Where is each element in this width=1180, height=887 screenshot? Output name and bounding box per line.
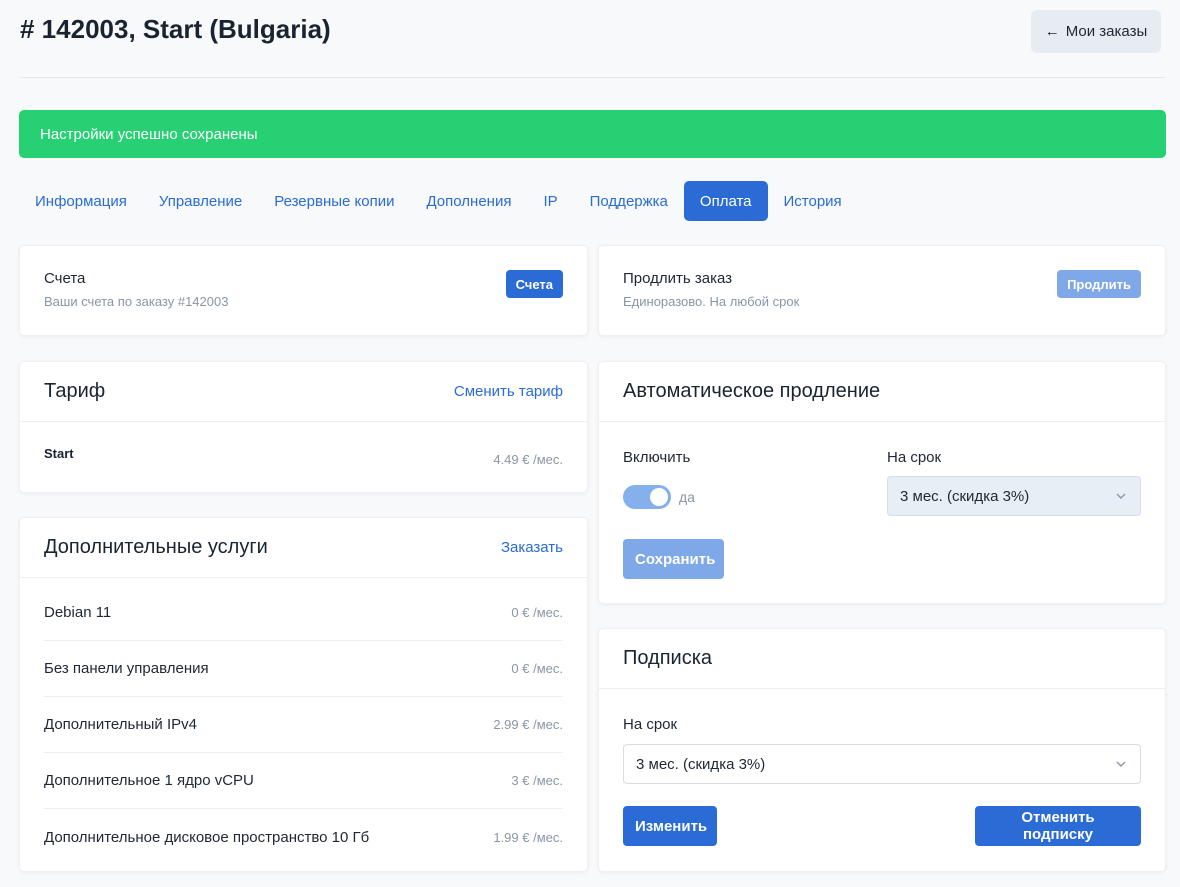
alert-text: Настройки успешно сохранены bbox=[40, 125, 258, 143]
addon-name: Дополнительный IPv4 bbox=[44, 716, 197, 733]
list-item: Дополнительное дисковое пространство 10 … bbox=[44, 809, 563, 865]
tabs-nav: Информация Управление Резервные копии До… bbox=[19, 181, 858, 221]
tab-management[interactable]: Управление bbox=[143, 181, 258, 221]
addon-name: Дополнительное 1 ядро vCPU bbox=[44, 772, 254, 789]
tariff-name: Start bbox=[44, 446, 74, 461]
order-addon-link[interactable]: Заказать bbox=[501, 539, 563, 556]
addon-name: Debian 11 bbox=[44, 604, 112, 621]
tab-addons[interactable]: Дополнения bbox=[410, 181, 527, 221]
chevron-down-icon bbox=[1116, 761, 1126, 767]
renew-title: Продлить заказ bbox=[623, 270, 733, 287]
addon-price: 2.99 € /мес. bbox=[493, 717, 563, 732]
tariff-price: 4.49 € /мес. bbox=[493, 452, 563, 467]
arrow-left-icon: ← bbox=[1044, 23, 1060, 40]
save-button[interactable]: Сохранить bbox=[623, 539, 724, 579]
renew-card: Продлить заказ Единоразово. На любой сро… bbox=[598, 245, 1166, 336]
tab-payment[interactable]: Оплата bbox=[683, 181, 768, 221]
tab-support[interactable]: Поддержка bbox=[574, 181, 684, 221]
enable-label: Включить bbox=[623, 449, 691, 466]
addon-name: Дополнительное дисковое пространство 10 … bbox=[44, 828, 370, 846]
chevron-down-icon bbox=[1116, 493, 1126, 499]
addon-price: 0 € /мес. bbox=[511, 661, 563, 676]
invoices-subtitle: Ваши счета по заказу #142003 bbox=[44, 294, 229, 309]
renew-button[interactable]: Продлить bbox=[1057, 270, 1141, 298]
invoices-title: Счета bbox=[44, 270, 86, 287]
list-item: Дополнительное 1 ядро vCPU 3 € /мес. bbox=[44, 753, 563, 809]
success-alert: Настройки успешно сохранены bbox=[19, 110, 1166, 158]
subscription-card: Подписка На срок 3 мес. (скидка 3%) Изме… bbox=[598, 628, 1166, 872]
cancel-subscription-button[interactable]: Отменить подписку bbox=[975, 806, 1141, 846]
tariff-title: Тариф bbox=[44, 380, 106, 402]
tab-backups[interactable]: Резервные копии bbox=[258, 181, 410, 221]
subscription-term-value: 3 мес. (скидка 3%) bbox=[636, 755, 766, 773]
renew-subtitle: Единоразово. На любой срок bbox=[623, 294, 800, 309]
my-orders-button[interactable]: ← Мои заказы bbox=[1031, 10, 1161, 53]
autorenew-term-value: 3 мес. (скидка 3%) bbox=[900, 487, 1030, 505]
autorenew-card: Автоматическое продление Включить да На … bbox=[598, 361, 1166, 604]
addons-title: Дополнительные услуги bbox=[44, 536, 268, 558]
toggle-knob bbox=[650, 488, 668, 506]
invoices-button[interactable]: Счета bbox=[505, 270, 563, 298]
addon-name: Без панели управления bbox=[44, 660, 209, 677]
addon-price: 3 € /мес. bbox=[511, 773, 563, 788]
tab-info[interactable]: Информация bbox=[19, 181, 143, 221]
term-label: На срок bbox=[887, 449, 942, 466]
toggle-state-label: да bbox=[679, 489, 695, 505]
my-orders-label: Мои заказы bbox=[1065, 23, 1148, 40]
addon-price: 1.99 € /мес. bbox=[493, 829, 563, 845]
tab-ip[interactable]: IP bbox=[527, 181, 573, 221]
header-divider bbox=[20, 77, 1165, 78]
autorenew-term-select[interactable]: 3 мес. (скидка 3%) bbox=[887, 476, 1141, 516]
list-item: Debian 11 0 € /мес. bbox=[44, 585, 563, 641]
subscription-title: Подписка bbox=[623, 647, 713, 669]
invoices-card: Счета Ваши счета по заказу #142003 Счета bbox=[19, 245, 588, 336]
subscription-term-select[interactable]: 3 мес. (скидка 3%) bbox=[623, 744, 1141, 784]
list-item: Без панели управления 0 € /мес. bbox=[44, 641, 563, 697]
addons-card: Дополнительные услуги Заказать Debian 11… bbox=[19, 517, 588, 872]
autorenew-title: Автоматическое продление bbox=[623, 380, 881, 402]
subscription-term-label: На срок bbox=[623, 716, 678, 733]
change-subscription-button[interactable]: Изменить bbox=[623, 806, 717, 846]
tab-history[interactable]: История bbox=[768, 181, 858, 221]
change-tariff-link[interactable]: Сменить тариф bbox=[454, 383, 563, 400]
page-title: # 142003, Start (Bulgaria) bbox=[20, 14, 331, 44]
tariff-card: Тариф Сменить тариф Start 4.49 € /мес. bbox=[19, 361, 588, 493]
addon-price: 0 € /мес. bbox=[511, 605, 563, 620]
list-item: Дополнительный IPv4 2.99 € /мес. bbox=[44, 697, 563, 753]
autorenew-toggle[interactable] bbox=[623, 485, 671, 509]
